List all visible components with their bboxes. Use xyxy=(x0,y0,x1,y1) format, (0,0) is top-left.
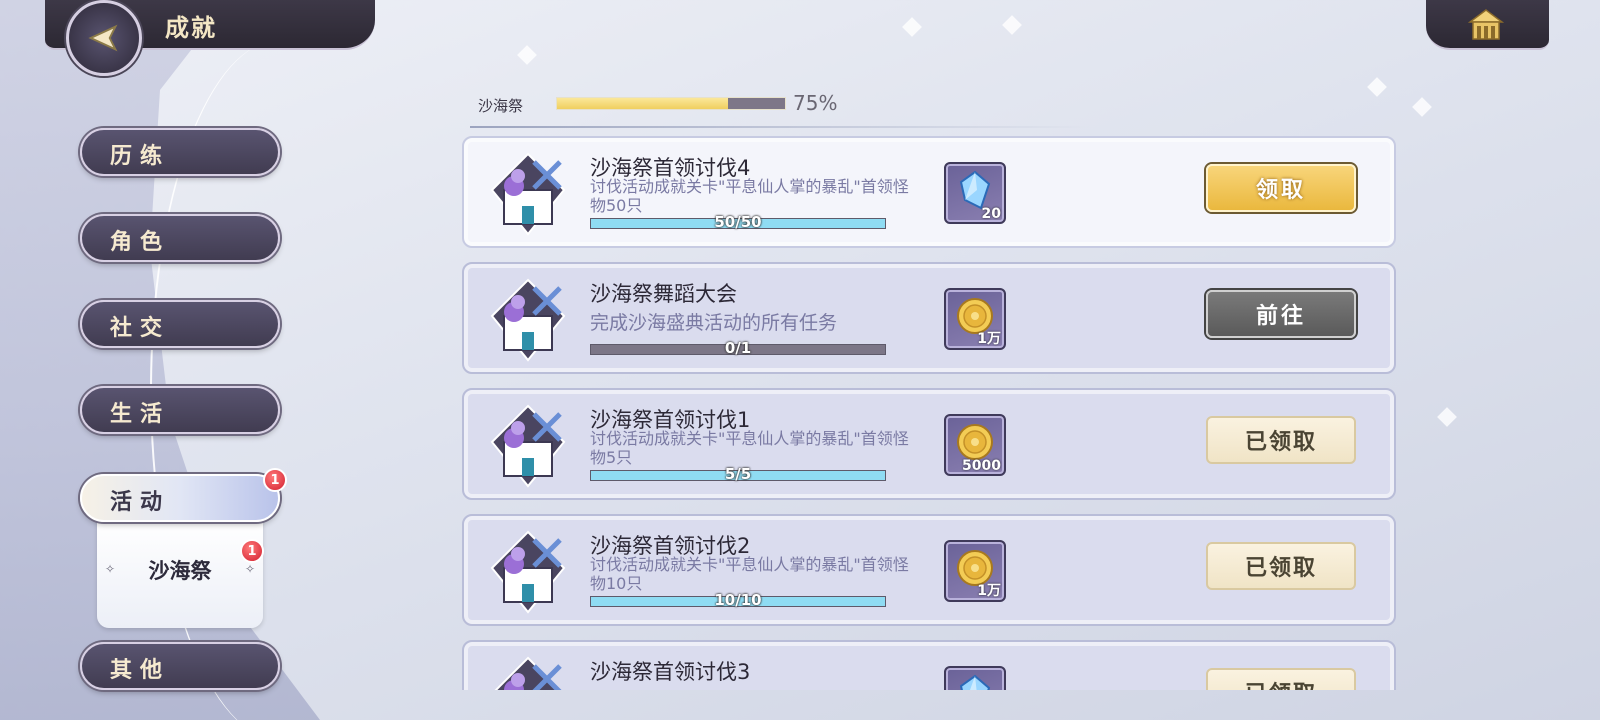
sidebar-item-label: 角色 xyxy=(110,229,171,255)
sidebar-item-training[interactable]: 历练 xyxy=(80,128,280,176)
sidebar-item-label: 其他 xyxy=(110,657,171,683)
reward-amount: 5000 xyxy=(962,458,1001,474)
reward-slot[interactable]: 20 xyxy=(944,162,1006,224)
sparkle-decoration xyxy=(1002,15,1022,35)
page-title: 成就 xyxy=(165,13,217,42)
reward-amount: 1万 xyxy=(977,331,1001,347)
achievement-emblem-icon xyxy=(490,530,566,614)
reward-amount: 1万 xyxy=(977,583,1001,599)
summary-progress-fill xyxy=(557,98,728,109)
go-button[interactable]: 前往 xyxy=(1206,290,1356,338)
sidebar-item-life[interactable]: 生活 xyxy=(80,386,280,434)
reward-slot[interactable]: 5000 xyxy=(944,414,1006,476)
sidebar-item-label: 社交 xyxy=(110,315,171,341)
sidebar-item-character[interactable]: 角色 xyxy=(80,214,280,262)
achievement-card: 沙海祭舞蹈大会完成沙海盛典活动的所有任务 0/1 1万 前往 xyxy=(462,262,1396,374)
sub-menu-panel: ✧ 沙海祭 ✧ 1 xyxy=(97,520,264,628)
sparkle-decoration xyxy=(1412,97,1432,117)
summary-percent: 75% xyxy=(793,91,838,115)
ornament-icon: ✧ xyxy=(244,562,255,576)
achievement-description: 完成沙海盛典活动的所有任务 xyxy=(590,312,838,334)
reward-slot[interactable]: 1万 xyxy=(944,540,1006,602)
achievement-progress-text: 50/50 xyxy=(714,213,762,231)
achievement-card: 沙海祭首领讨伐1 讨伐活动成就关卡"平息仙人掌的暴乱"首领怪物5只 5/5 5000… xyxy=(462,388,1396,500)
achievement-description: 讨伐活动成就关卡"平息仙人掌的暴乱"首领怪物50只 xyxy=(590,177,909,215)
achievement-title: 沙海祭舞蹈大会 xyxy=(590,282,737,306)
achievement-progress-text: 5/5 xyxy=(724,465,752,483)
achievement-emblem-icon xyxy=(494,656,562,690)
home-icon[interactable] xyxy=(1468,8,1504,42)
ornament-icon: ✧ xyxy=(105,562,116,576)
achievement-progress-text: 10/10 xyxy=(714,591,762,609)
sub-item-sand-sea-festival[interactable]: ✧ 沙海祭 ✧ xyxy=(97,550,263,590)
crystal-icon xyxy=(959,674,991,690)
achievement-title: 沙海祭首领讨伐3 xyxy=(590,660,751,684)
achievement-list[interactable]: 沙海祭首领讨伐4 讨伐活动成就关卡"平息仙人掌的暴乱"首领怪物50只 50/50 2… xyxy=(462,136,1402,690)
sparkle-decoration xyxy=(1367,77,1387,97)
achievement-card: 沙海祭首领讨伐2 讨伐活动成就关卡"平息仙人掌的暴乱"首领怪物10只 10/10 1… xyxy=(462,514,1396,626)
summary-label: 沙海祭 xyxy=(478,97,524,115)
reward-amount: 20 xyxy=(981,206,1001,222)
sub-item-label: 沙海祭 xyxy=(148,558,212,583)
divider xyxy=(470,126,1090,128)
achievement-progress-text: 0/1 xyxy=(724,339,752,357)
sidebar-item-event[interactable]: 活动 xyxy=(80,474,280,522)
achievement-emblem-icon xyxy=(490,152,566,236)
achievement-description: 讨伐活动成就关卡"平息仙人掌的暴乱"首领怪物5只 xyxy=(590,429,909,467)
claimed-button[interactable]: 已领取 xyxy=(1206,668,1356,690)
reward-slot[interactable] xyxy=(944,666,1006,690)
notification-badge: 1 xyxy=(263,468,287,492)
achievement-card: 沙海祭首领讨伐4 讨伐活动成就关卡"平息仙人掌的暴乱"首领怪物50只 50/50 2… xyxy=(462,136,1396,248)
sidebar-item-other[interactable]: 其他 xyxy=(80,642,280,690)
achievement-description: 讨伐活动成就关卡"平息仙人掌的暴乱"首领怪物10只 xyxy=(590,555,909,593)
achievement-emblem-icon xyxy=(490,278,566,362)
achievement-emblem-icon xyxy=(490,404,566,488)
sidebar-item-social[interactable]: 社交 xyxy=(80,300,280,348)
back-button[interactable] xyxy=(66,0,142,76)
claimed-button[interactable]: 已领取 xyxy=(1206,416,1356,464)
sparkle-decoration xyxy=(1437,407,1457,427)
back-arrow-icon xyxy=(88,24,118,52)
sidebar-item-label: 历练 xyxy=(110,143,171,169)
claimed-button[interactable]: 已领取 xyxy=(1206,542,1356,590)
claim-button[interactable]: 领取 xyxy=(1206,164,1356,212)
sidebar-item-label: 生活 xyxy=(110,401,171,427)
summary-progress-bar xyxy=(556,97,786,110)
gold-coin-icon xyxy=(957,424,993,460)
notification-badge: 1 xyxy=(240,539,264,563)
achievement-card: 沙海祭首领讨伐3 已领取 xyxy=(462,640,1396,690)
crystal-icon xyxy=(959,170,991,210)
sparkle-decoration xyxy=(902,17,922,37)
reward-slot[interactable]: 1万 xyxy=(944,288,1006,350)
sparkle-decoration xyxy=(517,45,537,65)
sidebar-item-label: 活动 xyxy=(110,489,171,515)
